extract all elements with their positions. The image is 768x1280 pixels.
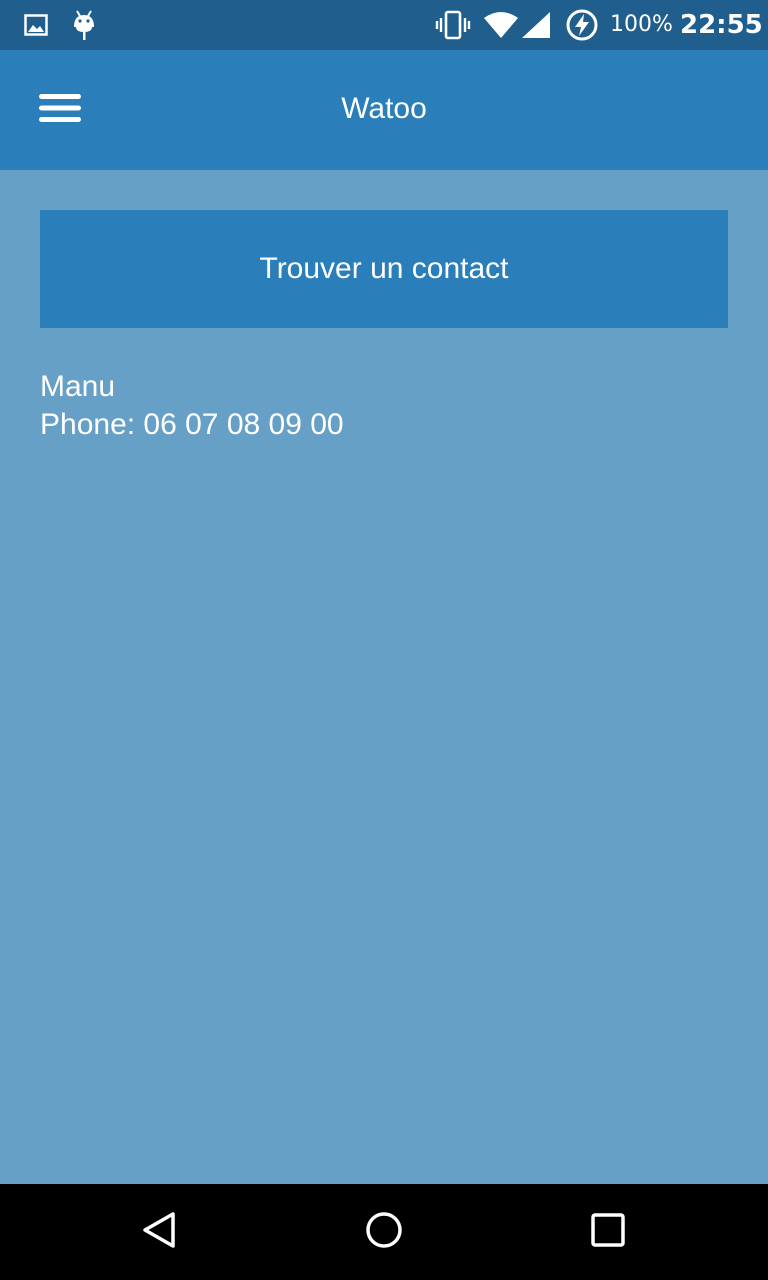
wifi-icon xyxy=(482,0,520,50)
app-title: Watoo xyxy=(341,92,427,125)
find-contact-button[interactable]: Trouver un contact xyxy=(40,210,728,328)
recents-button[interactable] xyxy=(560,1184,656,1280)
vibrate-icon xyxy=(434,0,472,50)
system-nav-bar xyxy=(0,1184,768,1280)
contact-phone: Phone: 06 07 08 09 00 xyxy=(40,408,344,441)
home-icon xyxy=(364,1210,404,1255)
contact-card[interactable]: Manu Phone: 06 07 08 09 00 xyxy=(40,368,344,444)
hamburger-menu-icon xyxy=(39,92,81,129)
contact-name: Manu xyxy=(40,370,116,403)
image-icon xyxy=(22,0,50,50)
menu-button[interactable] xyxy=(20,70,100,150)
back-icon xyxy=(140,1210,180,1255)
battery-percentage: 100% xyxy=(610,12,673,37)
android-icon xyxy=(70,0,98,50)
home-button[interactable] xyxy=(336,1184,432,1280)
back-button[interactable] xyxy=(112,1184,208,1280)
status-bar: 100% 22:55 xyxy=(0,0,768,50)
battery-charging-icon xyxy=(564,0,600,50)
status-clock: 22:55 xyxy=(680,10,763,40)
app-bar: Watoo xyxy=(0,50,768,170)
signal-icon xyxy=(520,0,552,50)
recents-icon xyxy=(588,1210,628,1255)
